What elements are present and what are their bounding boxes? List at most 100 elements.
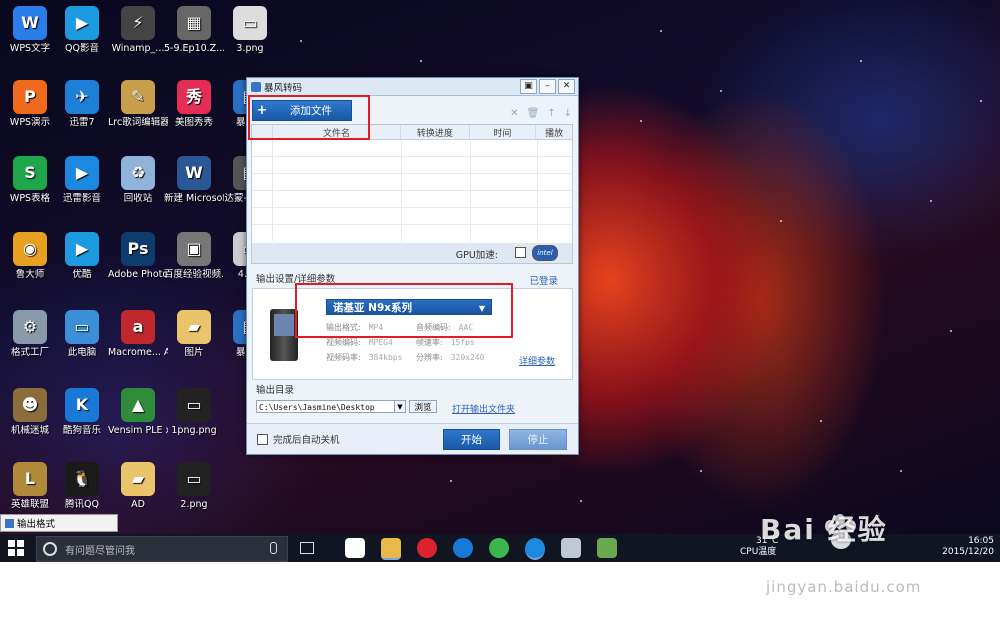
lol-icon: L <box>13 462 47 496</box>
desktop-icon-label: QQ影音 <box>65 43 99 54</box>
table-row <box>252 174 572 191</box>
xunlei-icon: ✈ <box>65 80 99 114</box>
wps-spreadsheet-icon: S <box>13 156 47 190</box>
move-down-icon[interactable]: ↓ <box>564 108 572 119</box>
desktop-icon-label: Macrome... Authorwa... <box>108 347 168 358</box>
desktop-icon[interactable]: Ps Adobe Photosh... <box>108 232 168 281</box>
desktop-icon-label: Winamp_... <box>111 43 165 54</box>
desktop-icon[interactable]: L 英雄联盟 <box>0 462 60 511</box>
window-title: 暴风转码 <box>264 82 303 94</box>
desktop-icon-label: 美图秀秀 <box>174 117 213 128</box>
gpu-checkbox[interactable] <box>515 247 526 258</box>
desktop-icon-label: 1png.png <box>171 425 217 436</box>
desktop-icon[interactable]: K 酷狗音乐 <box>52 388 112 437</box>
intel-icon: intel <box>532 245 558 261</box>
image-viewer-icon[interactable] <box>597 538 617 558</box>
move-up-icon[interactable]: ↑ <box>547 108 555 119</box>
task-view-icon[interactable] <box>300 542 314 554</box>
desktop-icon[interactable]: W WPS文字 <box>0 6 60 55</box>
start-button[interactable]: 开始 <box>443 429 500 450</box>
auto-shutdown-label: 完成后自动关机 <box>273 435 340 446</box>
open-output-folder-link[interactable]: 打开输出文件夹 <box>452 402 515 415</box>
close-button[interactable]: ✕ <box>558 79 575 94</box>
kugou-icon[interactable] <box>453 538 473 558</box>
param-video-codec: 视频编码: MPEG4 <box>326 338 393 347</box>
remove-icon[interactable]: ✕ <box>510 108 518 119</box>
desktop-icon-label: 鲁大师 <box>15 269 45 280</box>
desktop-icon[interactable]: ✈ 迅雷7 <box>52 80 112 129</box>
desktop-icon[interactable]: ☻ 机械迷城 <box>0 388 60 437</box>
desktop-icon[interactable]: ▭ 此电脑 <box>52 310 112 359</box>
desktop-icon[interactable]: ▭ 3.png <box>220 6 280 55</box>
table-row <box>252 140 572 157</box>
column-progress[interactable]: 转换进度 <box>401 125 470 139</box>
desktop-icon-label: 优酷 <box>72 269 92 280</box>
lrc-editor-icon: ✎ <box>121 80 155 114</box>
desktop-icon[interactable]: ▶ 迅雷影音 <box>52 156 112 205</box>
login-link[interactable]: 已登录 <box>529 273 558 287</box>
column-time[interactable]: 时间 <box>470 125 537 139</box>
stop-button[interactable]: 停止 <box>509 429 567 450</box>
desktop-icon[interactable]: 秀美图秀秀 <box>164 80 224 129</box>
desktop-icon[interactable]: P WPS演示 <box>0 80 60 129</box>
table-row <box>252 208 572 225</box>
wechat-icon[interactable] <box>489 538 509 558</box>
browse-button[interactable]: 浏览 <box>409 400 437 413</box>
media-player-icon[interactable] <box>525 538 545 560</box>
desktop-icon[interactable]: ⚙ 格式工厂 <box>0 310 60 359</box>
title-bar[interactable]: 暴风转码 ▣ – ✕ <box>247 78 578 96</box>
desktop-icon-label: 2.png <box>180 499 208 510</box>
desktop-icon[interactable]: ⚡ Winamp_... <box>108 6 168 55</box>
desktop-icon[interactable]: ✎ Lrc歌词编辑器 <box>108 80 168 129</box>
desktop-icon[interactable]: S WPS表格 <box>0 156 60 205</box>
auto-shutdown-option[interactable]: 完成后自动关机 <box>257 432 340 446</box>
cpu-label: CPU温度 <box>740 547 777 557</box>
desktop-icon[interactable]: a Macrome... Authorwa... <box>108 310 168 359</box>
column-play[interactable]: 播放 <box>536 125 572 139</box>
desktop-icon[interactable]: ▲ Vensim PLE x32 <box>108 388 168 437</box>
desktop-icon-label: Vensim PLE x32 <box>108 425 168 436</box>
desktop-icon[interactable]: ▶ 优酷 <box>52 232 112 281</box>
desktop-icon[interactable]: ▭ 1png.png <box>164 388 224 437</box>
auto-shutdown-checkbox[interactable] <box>257 433 268 445</box>
desktop-icon-label: WPS演示 <box>9 117 51 128</box>
desktop-icon[interactable]: ▦ 5-9.Ep10.Z... <box>164 6 224 55</box>
desktop-icon-label: Adobe Photosh... <box>108 269 168 280</box>
desktop-icon-label: 机械迷城 <box>10 425 49 436</box>
desktop-icon[interactable]: W 新建 Microsof... <box>164 156 224 205</box>
desktop-icon-label: 回收站 <box>123 193 153 204</box>
desktop-icon-label: 酷狗音乐 <box>62 425 101 436</box>
netease-music-icon[interactable] <box>417 538 437 558</box>
ludashi-icon: ◉ <box>13 232 47 266</box>
minimize-button[interactable]: – <box>539 79 556 94</box>
wps-writer-icon: W <box>13 6 47 40</box>
file-explorer-icon[interactable] <box>381 538 401 560</box>
trash-icon[interactable]: 🗑 <box>527 108 540 119</box>
desktop-icon[interactable]: ▣ 百度经验视频.exe <box>164 232 224 281</box>
desktop-icon[interactable]: ◉ 鲁大师 <box>0 232 60 281</box>
microphone-icon[interactable] <box>270 542 277 554</box>
output-dir-field[interactable]: C:\Users\Jasmine\Desktop <box>256 400 404 413</box>
phone-icon <box>270 309 298 361</box>
desktop-icon-label: 百度经验视频.exe <box>164 269 224 280</box>
baidu-url: jingyan.baidu.com <box>766 578 922 596</box>
windows-start-icon[interactable] <box>8 540 24 556</box>
cortana-search-box[interactable]: 有问题尽管问我 <box>36 536 288 562</box>
clock[interactable]: 16:05 2015/12/20 <box>942 536 994 558</box>
desktop-icon[interactable]: ▶ QQ影音 <box>52 6 112 55</box>
paint-icon[interactable] <box>561 538 581 558</box>
this-pc-icon: ▭ <box>65 310 99 344</box>
file-list-table[interactable]: 文件名 转换进度 时间 播放 <box>251 124 573 244</box>
desktop-icon[interactable]: 🐧 腾讯QQ <box>52 462 112 511</box>
home-icon[interactable] <box>345 538 365 558</box>
desktop-icon[interactable]: ▰ AD <box>108 462 168 511</box>
output-dir-dropdown[interactable]: ▼ <box>394 400 406 413</box>
desktop-icon-label: 此电脑 <box>67 347 97 358</box>
detail-params-link[interactable]: 详细参数 <box>519 354 555 367</box>
search-placeholder: 有问题尽管问我 <box>65 545 135 557</box>
desktop-icon[interactable]: ♻ 回收站 <box>108 156 168 205</box>
menu-button[interactable]: ▣ <box>520 79 537 94</box>
desktop-icon-label: 3.png <box>236 43 264 54</box>
desktop-icon[interactable]: ▭ 2.png <box>164 462 224 511</box>
desktop-icon[interactable]: ▰ 图片 <box>164 310 224 359</box>
